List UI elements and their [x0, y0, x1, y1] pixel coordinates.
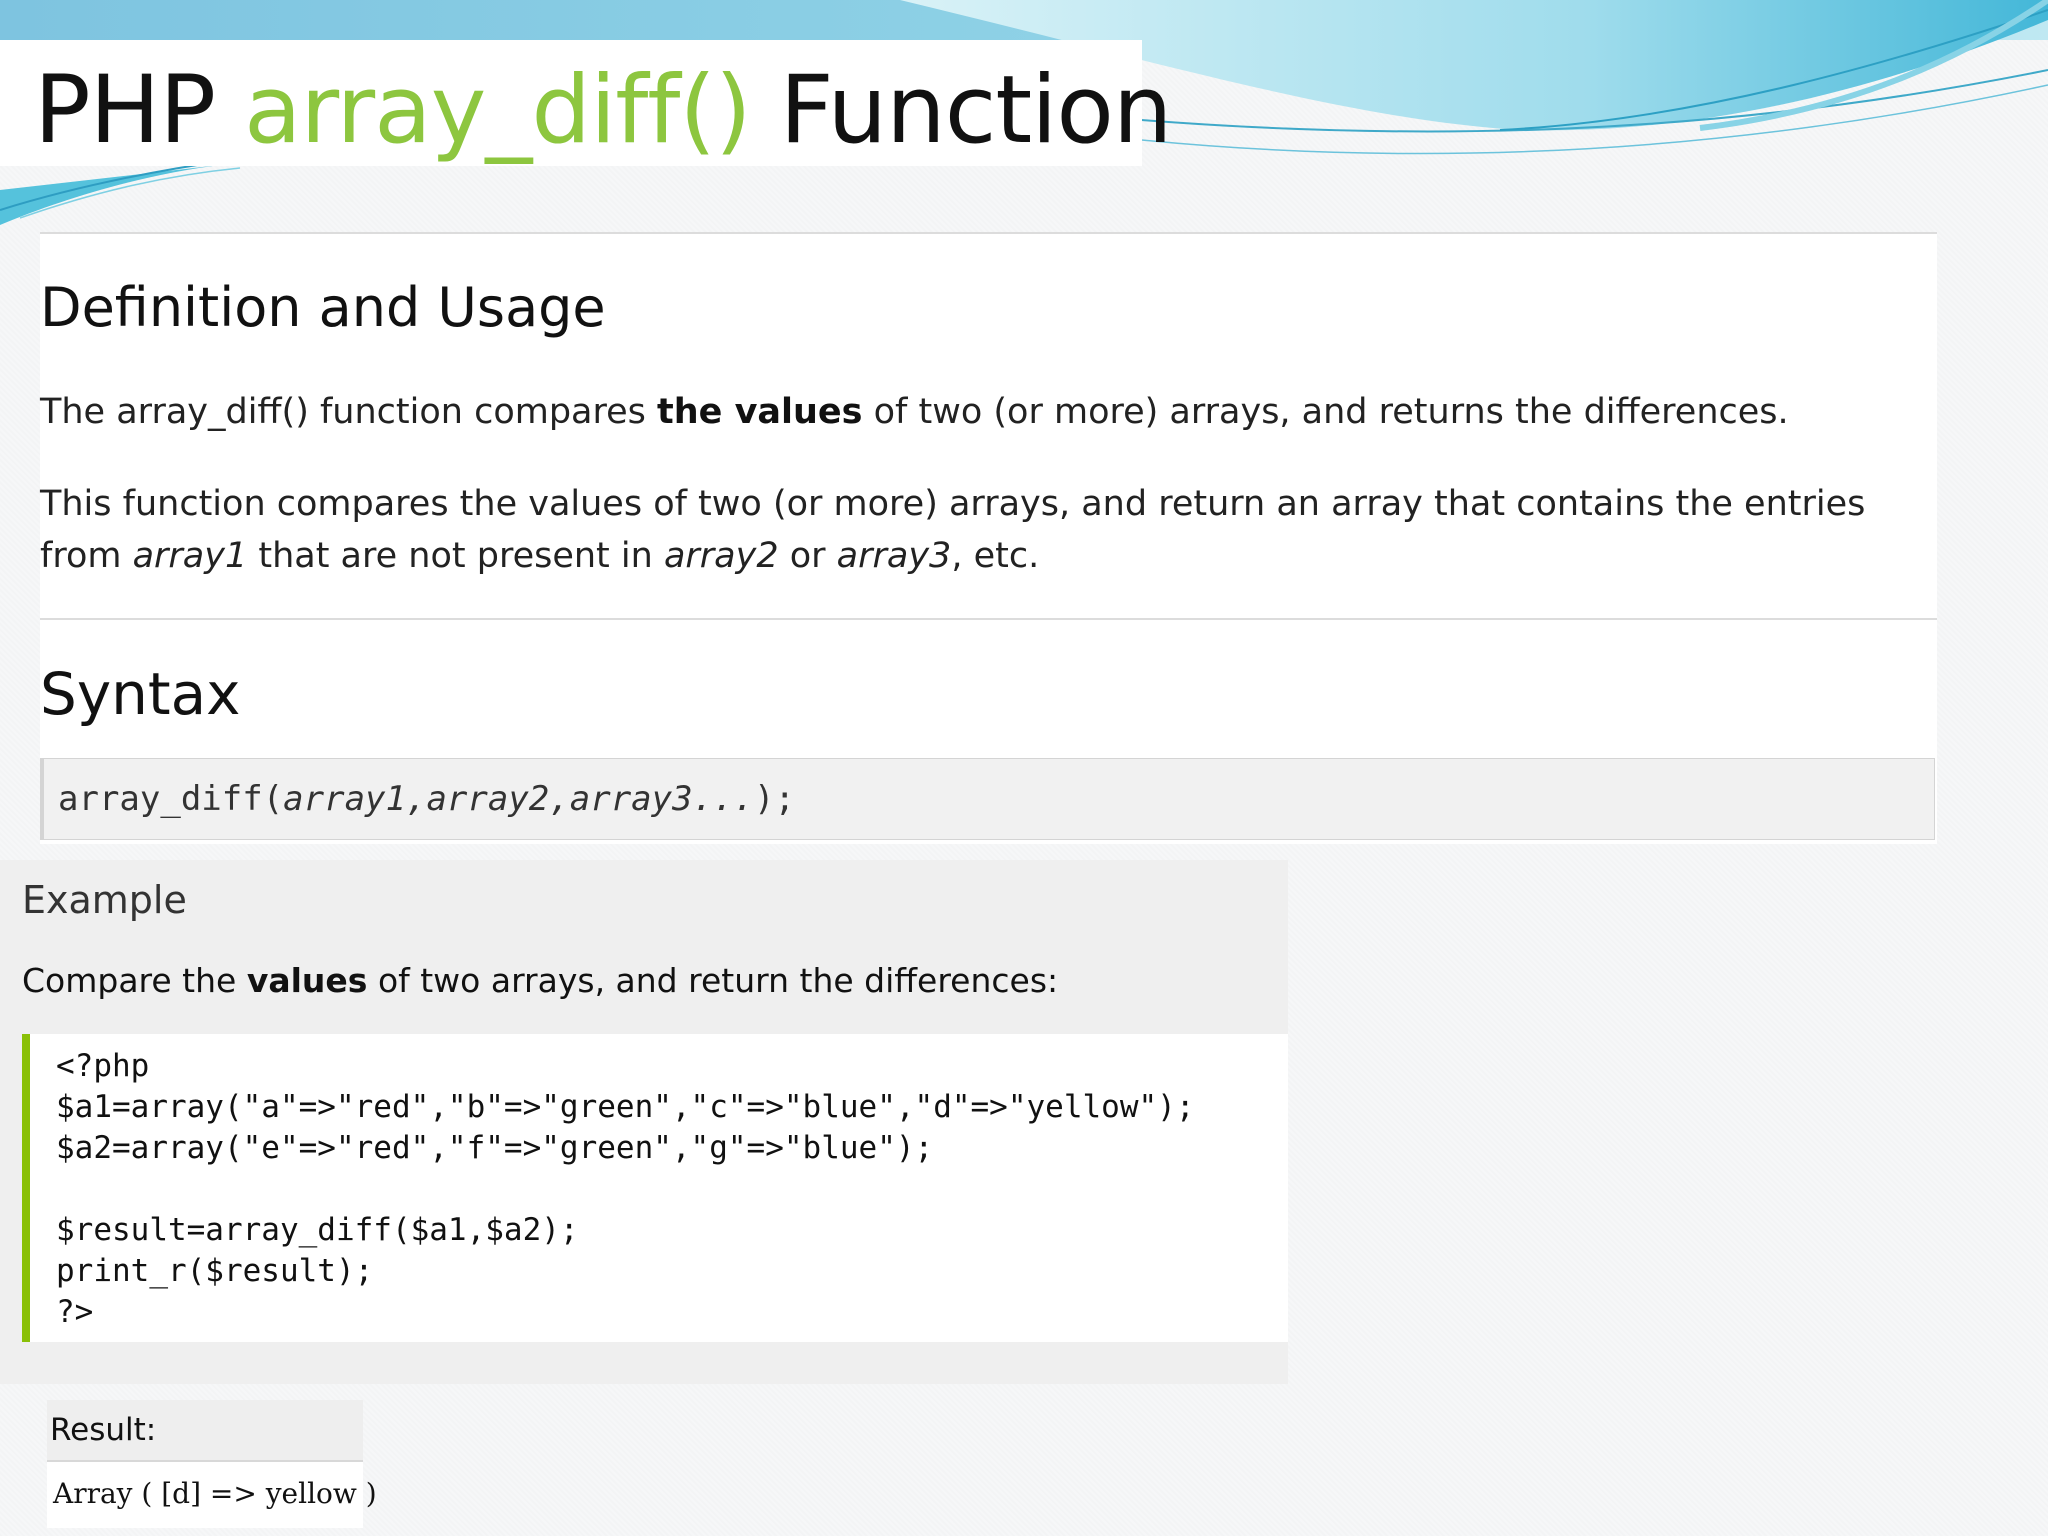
- slide-title: PHP array_diff() Function: [34, 56, 1173, 166]
- example-description: Compare the values of two arrays, and re…: [22, 956, 1058, 1006]
- syntax-heading: Syntax: [40, 660, 241, 728]
- code-line: $a1=array("a"=>"red","b"=>"green","c"=>"…: [56, 1089, 1195, 1125]
- text: , etc.: [951, 536, 1040, 576]
- italic-text: array3: [836, 536, 952, 576]
- text: of two arrays, and return the difference…: [367, 961, 1059, 1000]
- title-function-name: array_diff(): [243, 56, 752, 165]
- result-output: Array ( [d] => yellow ): [47, 1462, 377, 1528]
- syntax-code-box: array_diff(array1,array2,array3...);: [40, 758, 1935, 840]
- divider: [40, 232, 1937, 234]
- definition-paragraph-1: The array_diff() function compares the v…: [40, 386, 1920, 438]
- definition-paragraph-2: This function compares the values of two…: [40, 478, 1920, 582]
- divider: [40, 618, 1937, 620]
- example-heading: Example: [22, 878, 187, 922]
- result-header: Result:: [47, 1400, 363, 1462]
- text: or: [778, 536, 837, 576]
- code-line: $a2=array("e"=>"red","f"=>"green","g"=>"…: [56, 1130, 934, 1166]
- code-params: array1,array2,array3...: [283, 779, 754, 819]
- text: of two (or more) arrays, and returns the…: [862, 392, 1789, 432]
- italic-text: array2: [663, 536, 779, 576]
- text: The array_diff() function compares: [40, 392, 658, 432]
- code-line: <?php: [56, 1048, 150, 1084]
- italic-text: array1: [132, 536, 248, 576]
- code-line: $result=array_diff($a1,$a2);: [56, 1212, 579, 1248]
- code-text: );: [753, 779, 795, 819]
- code-line: print_r($result);: [56, 1253, 374, 1289]
- text: Compare the: [22, 961, 247, 1000]
- syntax-code: array_diff(array1,array2,array3...);: [58, 777, 795, 821]
- result-value: Array ( [d] => yellow ): [53, 1477, 377, 1510]
- title-suffix: Function: [750, 56, 1173, 165]
- code-line: ?>: [56, 1294, 94, 1330]
- text: that are not present in: [247, 536, 664, 576]
- title-prefix: PHP: [34, 56, 244, 165]
- result-label: Result:: [50, 1412, 157, 1448]
- code-text: array_diff(: [58, 779, 284, 819]
- bold-text: the values: [657, 392, 863, 432]
- example-code-box: <?php $a1=array("a"=>"red","b"=>"green",…: [22, 1034, 1288, 1342]
- definition-heading: Definition and Usage: [40, 276, 606, 339]
- bold-text: values: [246, 961, 368, 1000]
